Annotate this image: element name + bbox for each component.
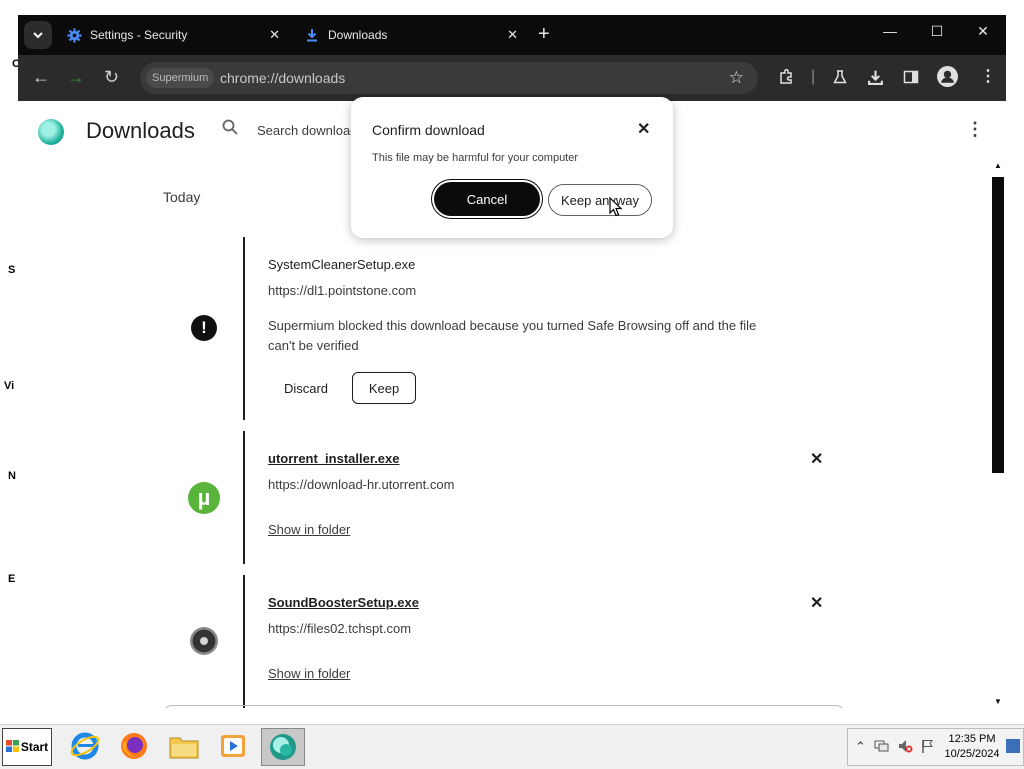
bookmark-star-icon[interactable]: ☆ bbox=[729, 68, 744, 88]
scroll-up-arrow-icon[interactable]: ▲ bbox=[994, 161, 1002, 170]
volume-muted-icon[interactable] bbox=[898, 739, 913, 756]
show-in-folder-link[interactable]: Show in folder bbox=[268, 666, 350, 681]
page-more-icon[interactable]: ⋮ bbox=[966, 119, 984, 140]
search-downloads-input[interactable]: Search downloads bbox=[257, 123, 364, 138]
scroll-down-arrow-icon[interactable]: ▼ bbox=[994, 697, 1002, 706]
windows-flag-icon bbox=[5, 739, 19, 755]
browser-menu-icon[interactable]: ⋮ bbox=[980, 69, 996, 85]
file-explorer-icon[interactable] bbox=[163, 728, 205, 764]
keep-anyway-button[interactable]: Keep anyway bbox=[548, 184, 652, 216]
warning-icon: ! bbox=[191, 315, 217, 341]
action-center-flag-icon[interactable] bbox=[921, 739, 935, 756]
search-icon[interactable] bbox=[222, 119, 238, 140]
blocked-download-message: Supermium blocked this download because … bbox=[268, 318, 757, 353]
start-button[interactable]: Start bbox=[2, 728, 52, 766]
new-tab-button[interactable]: + bbox=[538, 24, 550, 44]
address-bar[interactable]: Supermium chrome://downloads ☆ bbox=[140, 62, 758, 94]
download-source-url: https://download-hr.utorrent.com bbox=[268, 477, 455, 492]
tab-strip: Settings - Security ✕ Downloads ✕ + — ☐ … bbox=[18, 15, 1006, 55]
internet-explorer-icon[interactable] bbox=[64, 728, 106, 764]
page-title: Downloads bbox=[86, 118, 195, 143]
toolbar-divider: | bbox=[811, 68, 816, 85]
browser-toolbar: ← → ↻ Supermium chrome://downloads ☆ | ⋮ bbox=[18, 55, 1006, 101]
remove-download-icon[interactable]: ✕ bbox=[810, 449, 823, 469]
tab-downloads[interactable]: Downloads ✕ bbox=[304, 21, 524, 49]
labs-flask-icon[interactable] bbox=[832, 69, 848, 89]
discard-button[interactable]: Discard bbox=[276, 372, 336, 404]
item-divider bbox=[243, 237, 245, 420]
show-in-folder-link[interactable]: Show in folder bbox=[268, 522, 350, 537]
show-desktop-button[interactable] bbox=[1006, 739, 1020, 753]
profile-avatar-icon[interactable] bbox=[937, 66, 958, 91]
back-button[interactable]: ← bbox=[32, 68, 50, 86]
download-source-url: https://files02.tchspt.com bbox=[268, 621, 412, 636]
network-icon[interactable] bbox=[874, 739, 889, 756]
date-section-heading: Today bbox=[163, 189, 201, 205]
tab-title: Downloads bbox=[328, 28, 388, 42]
close-window-button[interactable]: ✕ bbox=[971, 23, 995, 40]
next-download-card bbox=[163, 705, 845, 708]
start-label: Start bbox=[20, 740, 49, 754]
tab-title: Settings - Security bbox=[90, 28, 188, 42]
scrollbar[interactable]: ▲ ▼ bbox=[990, 161, 1004, 708]
forward-button[interactable]: → bbox=[67, 68, 85, 86]
supermium-logo-icon bbox=[38, 119, 64, 145]
supermium-taskbar-icon[interactable] bbox=[261, 728, 305, 766]
download-source-url: https://dl1.pointstone.com bbox=[268, 283, 417, 298]
cancel-button[interactable]: Cancel bbox=[434, 182, 540, 216]
utorrent-icon: µ bbox=[188, 482, 220, 514]
maximize-button[interactable]: ☐ bbox=[925, 23, 949, 40]
system-tray: ⌃ 12:35 PM 10/25/2024 bbox=[847, 728, 1024, 766]
download-file-name: SystemCleanerSetup.exe bbox=[268, 257, 416, 272]
chevron-down-icon bbox=[33, 32, 43, 39]
downloads-toolbar-icon[interactable] bbox=[867, 69, 884, 90]
side-panel-icon[interactable] bbox=[903, 69, 919, 89]
media-player-icon[interactable] bbox=[212, 728, 254, 764]
close-tab-icon[interactable]: ✕ bbox=[269, 27, 280, 43]
keep-button[interactable]: Keep bbox=[352, 372, 416, 404]
taskbar: Start ⌃ 12:35 PM 10/25/2024 bbox=[0, 724, 1024, 769]
minimize-button[interactable]: — bbox=[878, 23, 902, 39]
dialog-message: This file may be harmful for your comput… bbox=[372, 152, 579, 164]
dialog-title: Confirm download bbox=[372, 122, 485, 138]
gear-icon bbox=[66, 27, 82, 43]
tab-settings-security[interactable]: Settings - Security ✕ bbox=[66, 21, 286, 49]
close-dialog-icon[interactable]: ✕ bbox=[637, 119, 650, 139]
address-url[interactable]: chrome://downloads bbox=[220, 70, 345, 86]
item-divider bbox=[243, 431, 245, 564]
download-file-link[interactable]: SoundBoosterSetup.exe bbox=[268, 595, 419, 610]
download-file-link[interactable]: utorrent_installer.exe bbox=[268, 451, 400, 466]
scrollbar-thumb[interactable] bbox=[992, 177, 1004, 473]
extensions-icon[interactable] bbox=[778, 68, 794, 89]
item-divider bbox=[243, 575, 245, 708]
mouse-cursor-icon bbox=[609, 197, 623, 217]
site-chip[interactable]: Supermium bbox=[146, 68, 215, 88]
show-hidden-icons-icon[interactable]: ⌃ bbox=[855, 739, 866, 755]
confirm-download-dialog: Confirm download ✕ This file may be harm… bbox=[351, 97, 673, 238]
clock-date[interactable]: 10/25/2024 bbox=[942, 748, 1002, 760]
tab-search-button[interactable] bbox=[24, 21, 52, 49]
reload-button[interactable]: ↻ bbox=[104, 68, 119, 86]
download-icon bbox=[304, 27, 320, 43]
firefox-icon[interactable] bbox=[113, 728, 155, 764]
close-tab-icon[interactable]: ✕ bbox=[507, 27, 518, 43]
speaker-icon bbox=[190, 627, 218, 655]
remove-download-icon[interactable]: ✕ bbox=[810, 593, 823, 613]
clock-time[interactable]: 12:35 PM bbox=[944, 733, 1000, 745]
